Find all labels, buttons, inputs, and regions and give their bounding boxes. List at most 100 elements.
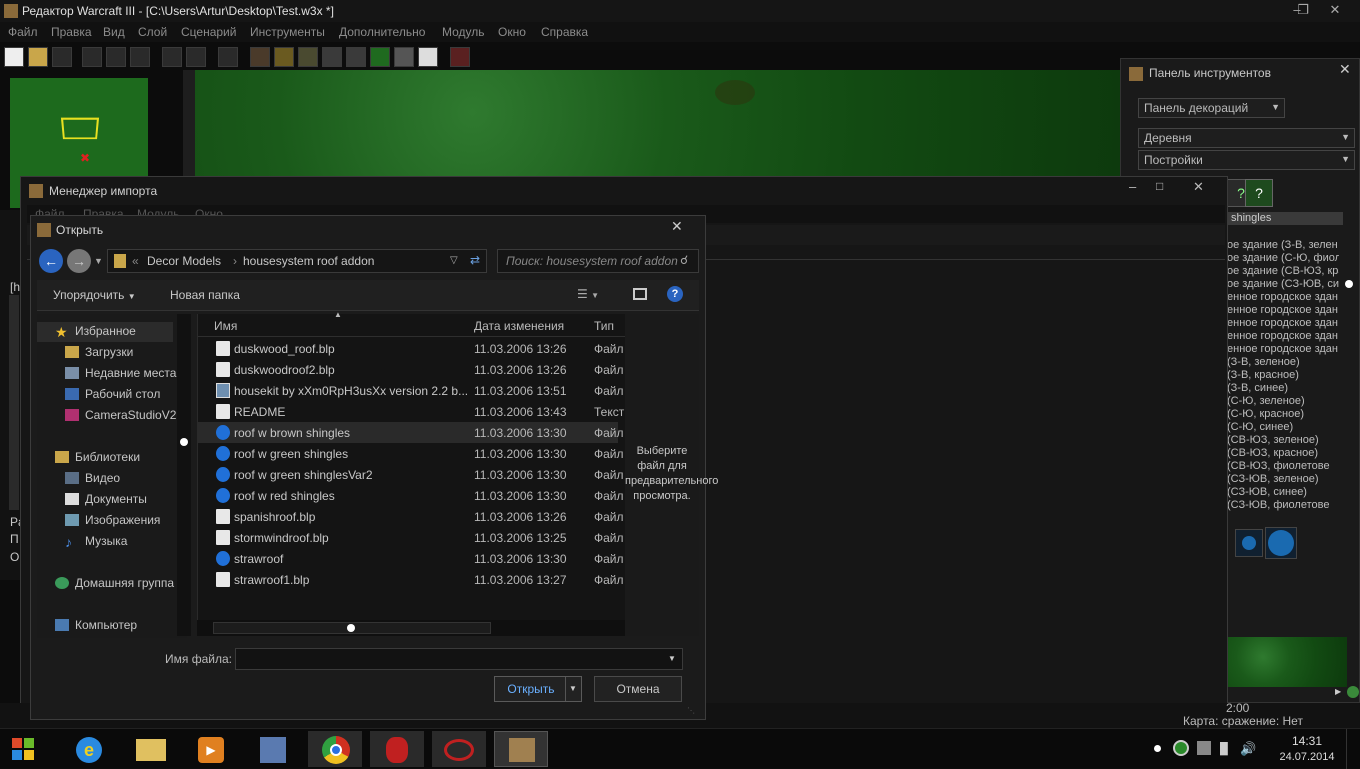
open-file-icon[interactable] xyxy=(28,47,48,67)
nav-scrollbar[interactable] xyxy=(177,314,191,636)
nav-item-music[interactable]: ♪ Музыка xyxy=(65,534,127,550)
nav-libraries[interactable]: Библиотеки xyxy=(55,450,140,464)
doodad-list-item[interactable]: ое здание (С-Ю, фиоле xyxy=(1227,252,1339,265)
doodad-list-item[interactable]: (СЗ-ЮВ, синее) xyxy=(1227,486,1339,499)
breadcrumb-item[interactable]: housesystem roof addon xyxy=(243,254,374,268)
resize-grip-icon[interactable]: ⋱ xyxy=(687,706,695,715)
redo-icon[interactable] xyxy=(186,47,206,67)
column-date[interactable]: Дата изменения xyxy=(474,319,564,333)
forward-icon[interactable]: → xyxy=(67,249,91,273)
doodad-list-item[interactable]: енное городское здан xyxy=(1227,317,1339,330)
clock-date[interactable]: 24.07.2014 xyxy=(1278,751,1336,763)
file-row[interactable]: duskwoodroof2.blp 11.03.2006 13:26 Файл xyxy=(198,359,624,380)
dialog-close-icon[interactable]: ✕ xyxy=(671,218,683,235)
help-icon[interactable]: ? xyxy=(667,286,683,302)
category-select[interactable]: Деревня ▼ xyxy=(1138,128,1355,148)
doodad-list-item[interactable]: (З-В, синее) xyxy=(1227,382,1339,395)
doodad-list-item[interactable]: ое здание (СЗ-ЮВ, син xyxy=(1227,278,1339,291)
taskbar-explorer[interactable] xyxy=(124,731,178,767)
scroll-thumb[interactable] xyxy=(180,438,188,446)
taskbar-app[interactable] xyxy=(370,731,424,767)
new-file-icon[interactable] xyxy=(4,47,24,67)
history-chevron-icon[interactable]: ▼ xyxy=(94,256,103,266)
taskbar-app[interactable] xyxy=(432,731,486,767)
file-list-hscroll[interactable] xyxy=(197,620,625,636)
file-row[interactable]: housekit by xXm0RpH3usXx version 2.2 b..… xyxy=(198,380,624,401)
doodad-list-item[interactable]: (СЗ-ЮВ, зеленое) xyxy=(1227,473,1339,486)
doodad-list-item[interactable]: (З-В, зеленое) xyxy=(1227,356,1339,369)
doodad-list-item[interactable]: (С-Ю, красное) xyxy=(1227,408,1339,421)
address-bar[interactable]: « Decor Models › housesystem roof addon … xyxy=(107,249,487,273)
nav-item-camerastudio[interactable]: CameraStudioV2 xyxy=(65,408,176,422)
help-icon[interactable]: ? xyxy=(1245,179,1273,207)
doodad-list-item[interactable]: енное городское здан xyxy=(1227,291,1339,304)
breadcrumb-item[interactable]: Decor Models xyxy=(147,254,221,268)
menu-view[interactable]: Вид xyxy=(103,25,125,39)
restore-icon[interactable]: □ xyxy=(1156,179,1163,193)
taskbar-media[interactable]: ▶ xyxy=(184,731,238,767)
file-row[interactable]: duskwood_roof.blp 11.03.2006 13:26 Файл xyxy=(198,338,624,359)
left-scrollbar[interactable] xyxy=(9,295,19,510)
copy-icon[interactable] xyxy=(106,47,126,67)
breadcrumb-separator[interactable]: › xyxy=(233,254,237,268)
file-row[interactable]: strawroof 11.03.2006 13:30 Файл xyxy=(198,548,624,569)
search-input[interactable]: Поиск: housesystem roof addon ☌ xyxy=(497,249,699,273)
doodad-list[interactable]: ое здание (З-В, зелен ое здание (С-Ю, фио… xyxy=(1227,239,1339,512)
tray-dot-icon[interactable] xyxy=(1154,745,1161,752)
sound-editor-icon[interactable] xyxy=(298,47,318,67)
file-row[interactable]: README 11.03.2006 13:43 Текст xyxy=(198,401,624,422)
nav-item-video[interactable]: Видео xyxy=(65,471,120,485)
taskbar-ie[interactable]: e xyxy=(62,731,116,767)
refresh-icon[interactable]: ⇄ xyxy=(470,253,480,267)
show-desktop-button[interactable] xyxy=(1346,729,1360,769)
terrain-viewport[interactable] xyxy=(195,70,1120,176)
selected-doodad-item[interactable]: shingles xyxy=(1227,212,1343,225)
back-icon[interactable]: ← xyxy=(39,249,63,273)
undo-icon[interactable] xyxy=(162,47,182,67)
cut-icon[interactable] xyxy=(82,47,102,67)
nav-item-recent[interactable]: Недавние места xyxy=(65,366,176,380)
column-name[interactable]: Имя xyxy=(214,319,237,333)
tool-panel-close-icon[interactable]: ✕ xyxy=(1339,61,1351,78)
menu-edit[interactable]: Правка xyxy=(51,25,92,39)
tray-status-icon[interactable] xyxy=(1173,740,1189,756)
viewport-vscroll[interactable] xyxy=(183,70,195,180)
nav-item-desktop[interactable]: Рабочий стол xyxy=(65,387,160,401)
doodad-list-item[interactable]: ое здание (З-В, зелен xyxy=(1227,239,1339,252)
volume-icon[interactable]: 🔊 xyxy=(1240,741,1256,757)
scroll-right-icon[interactable]: ▶ xyxy=(1335,687,1345,697)
file-row[interactable]: roof w brown shingles 11.03.2006 13:30 Фай… xyxy=(198,422,624,443)
file-row[interactable]: stormwindroof.blp 11.03.2006 13:25 Файл xyxy=(198,527,624,548)
import-manager-icon[interactable] xyxy=(418,47,438,67)
subcategory-select[interactable]: Постройки ▼ xyxy=(1138,150,1355,170)
doodad-list-item[interactable]: (С-Ю, зеленое) xyxy=(1227,395,1339,408)
chevron-down-icon[interactable]: ▼ xyxy=(569,677,577,701)
doodad-list-item[interactable]: (С-Ю, синее) xyxy=(1227,421,1339,434)
nav-item-downloads[interactable]: Загрузки xyxy=(65,345,133,359)
minimize-icon[interactable]: – xyxy=(1129,179,1136,194)
doodad-list-item[interactable]: (СВ-ЮЗ, зеленое) xyxy=(1227,434,1339,447)
doodad-list-item[interactable]: енное городское здан xyxy=(1227,343,1339,356)
file-row[interactable]: roof w green shingles 11.03.2006 13:30 Фай… xyxy=(198,443,624,464)
object-manager-icon[interactable] xyxy=(394,47,414,67)
address-dropdown-icon[interactable]: ▽ xyxy=(450,255,458,266)
test-map-icon[interactable] xyxy=(450,47,470,67)
menu-module[interactable]: Модуль xyxy=(442,25,485,39)
doodad-list-item[interactable]: (З-В, красное) xyxy=(1227,369,1339,382)
campaign-editor-icon[interactable] xyxy=(346,47,366,67)
nav-item-pictures[interactable]: Изображения xyxy=(65,513,160,527)
doodad-list-item[interactable]: ое здание (СВ-ЮЗ, кра xyxy=(1227,265,1339,278)
scroll-thumb[interactable] xyxy=(1345,280,1353,288)
start-button[interactable] xyxy=(8,735,38,763)
taskbar-worldedit[interactable] xyxy=(494,731,548,767)
file-row[interactable]: roof w green shinglesVar2 11.03.2006 13:3… xyxy=(198,464,624,485)
signal-icon[interactable]: █ xyxy=(1220,743,1228,755)
trigger-editor-icon[interactable] xyxy=(274,47,294,67)
save-icon[interactable] xyxy=(52,47,72,67)
menu-advanced[interactable]: Дополнительно xyxy=(339,25,425,39)
close-icon[interactable]: ✕ xyxy=(1193,179,1204,195)
object-editor-icon[interactable] xyxy=(322,47,342,67)
menu-help[interactable]: Справка xyxy=(541,25,588,39)
organize-button[interactable]: Упорядочить ▼ xyxy=(53,288,136,302)
terrain-editor-icon[interactable] xyxy=(250,47,270,67)
